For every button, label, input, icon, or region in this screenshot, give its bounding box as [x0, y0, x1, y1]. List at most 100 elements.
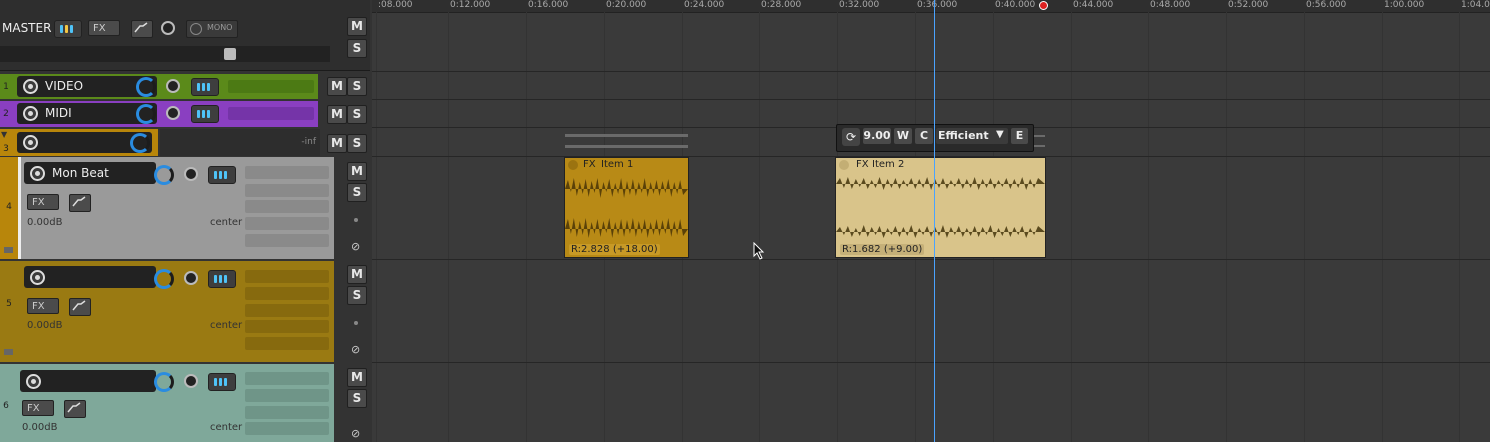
fx-bypass-icon[interactable] — [26, 374, 41, 389]
fx-slot[interactable] — [245, 406, 329, 419]
pan-knob[interactable] — [154, 269, 174, 289]
master-mute-button[interactable]: M — [347, 17, 367, 36]
track-5[interactable]: FX 0.00dB center — [18, 261, 334, 362]
envelope-button[interactable] — [64, 400, 86, 418]
io-button[interactable] — [208, 166, 236, 184]
track-name-field[interactable]: VIDEO — [17, 76, 157, 97]
master-io-button[interactable] — [54, 20, 82, 38]
master-fx-button[interactable]: FX — [88, 20, 120, 36]
volume-knob[interactable] — [184, 167, 198, 181]
arrange-view[interactable]: :08.000 0:12.000 0:16.000 0:20.000 0:24.… — [372, 0, 1490, 442]
envelope-icon — [134, 22, 148, 33]
marker-icon[interactable] — [1039, 1, 1048, 10]
fx-bypass-icon[interactable] — [23, 106, 38, 121]
track-2-solo-button[interactable]: S — [347, 105, 367, 124]
io-button[interactable] — [191, 78, 219, 96]
track-3-mute-button[interactable]: M — [327, 134, 347, 153]
volume-knob[interactable] — [166, 79, 180, 93]
envelope-button[interactable] — [69, 194, 91, 212]
record-arm-dot[interactable] — [354, 321, 358, 325]
fx-bypass-icon[interactable] — [30, 270, 45, 285]
media-item-2[interactable]: FX Item 2 R:1.682 (+9.00) — [835, 157, 1046, 258]
fx-bypass-icon[interactable] — [30, 166, 45, 181]
item-fx-label: FX — [856, 159, 869, 170]
master-mono-button[interactable]: MONO — [186, 20, 238, 38]
fx-slot[interactable] — [245, 422, 329, 435]
pitch-mode-dropdown[interactable]: Efficient ▼ — [936, 128, 1008, 144]
timeline-ruler[interactable]: :08.000 0:12.000 0:16.000 0:20.000 0:24.… — [372, 0, 1490, 13]
track-name-field[interactable] — [17, 132, 152, 153]
fx-slot[interactable] — [245, 270, 329, 283]
folder-collapse-icon[interactable]: ▼ — [1, 130, 7, 139]
record-arm-dot[interactable] — [354, 218, 358, 222]
track-4-folder-strip: 4 — [0, 157, 18, 259]
track-2-mute-button[interactable]: M — [327, 105, 347, 124]
volume-knob[interactable] — [166, 106, 180, 120]
fx-slot[interactable] — [245, 200, 329, 213]
fx-slot[interactable] — [245, 337, 329, 350]
track-1-solo-button[interactable]: S — [347, 77, 367, 96]
phase-icon[interactable]: ⊘ — [351, 427, 360, 440]
track-2[interactable]: 2 MIDI — [0, 101, 318, 127]
fx-bypass-icon[interactable] — [23, 79, 38, 94]
fx-slot[interactable] — [245, 372, 329, 385]
track-1-mute-button[interactable]: M — [327, 77, 347, 96]
fx-button[interactable]: FX — [27, 194, 59, 210]
fx-slot[interactable] — [245, 217, 329, 230]
fx-slot[interactable] — [245, 304, 329, 317]
media-item-1[interactable]: FX Item 1 R:2.828 (+18.00) — [564, 157, 689, 258]
io-button[interactable] — [208, 373, 236, 391]
track-4-mute-button[interactable]: M — [347, 162, 367, 181]
pan-knob[interactable] — [136, 104, 156, 124]
phase-icon[interactable]: ⊘ — [351, 343, 360, 356]
master-envelope-button[interactable] — [131, 20, 153, 38]
pan-knob[interactable] — [154, 165, 174, 185]
track-name-field[interactable] — [20, 370, 156, 392]
track-4-solo-button[interactable]: S — [347, 183, 367, 202]
pitch-knob-icon[interactable]: ⟳ — [842, 128, 860, 146]
item-fx-icon[interactable] — [568, 160, 578, 170]
track-name-field[interactable]: Mon Beat — [24, 162, 156, 184]
fx-slot[interactable] — [245, 320, 329, 333]
io-button[interactable] — [191, 105, 219, 123]
io-button[interactable] — [208, 270, 236, 288]
track-3-solo-button[interactable]: S — [347, 134, 367, 153]
track-1[interactable]: 1 VIDEO — [0, 74, 318, 99]
master-fader-thumb[interactable] — [224, 48, 236, 60]
fx-slot[interactable] — [245, 184, 329, 197]
pan-knob[interactable] — [154, 372, 174, 392]
pan-knob[interactable] — [136, 77, 156, 97]
volume-knob[interactable] — [184, 271, 198, 285]
item-fx-icon[interactable] — [839, 160, 849, 170]
fx-slot[interactable] — [245, 287, 329, 300]
track-name-field[interactable] — [24, 266, 156, 288]
track-5-mute-button[interactable]: M — [347, 265, 367, 284]
track-6-mute-button[interactable]: M — [347, 368, 367, 387]
track-name-field[interactable]: MIDI — [17, 103, 157, 124]
pitch-value[interactable]: 9.00 — [863, 128, 891, 144]
fx-bypass-icon[interactable] — [23, 135, 38, 150]
track-3[interactable]: ▼ 3 — [0, 129, 158, 156]
master-volume-knob[interactable] — [161, 21, 175, 35]
track-4[interactable]: Mon Beat FX 0.00dB center — [21, 157, 334, 259]
pitch-c-button[interactable]: C — [915, 128, 933, 144]
master-solo-button[interactable]: S — [347, 39, 367, 58]
fx-slot[interactable] — [228, 80, 314, 93]
track-6[interactable]: 6 FX 0.00dB center — [0, 364, 334, 442]
phase-icon[interactable]: ⊘ — [351, 240, 360, 253]
track-5-solo-button[interactable]: S — [347, 286, 367, 305]
fx-slot[interactable] — [245, 389, 329, 402]
master-volume-fader[interactable] — [0, 46, 330, 62]
envelope-button[interactable] — [69, 298, 91, 316]
fx-button[interactable]: FX — [22, 400, 54, 416]
fx-slot[interactable] — [245, 166, 329, 179]
volume-knob[interactable] — [184, 374, 198, 388]
pan-knob[interactable] — [130, 133, 150, 153]
mono-icon — [190, 23, 202, 35]
fx-slot[interactable] — [228, 107, 314, 120]
pitch-e-button[interactable]: E — [1011, 128, 1028, 144]
track-6-solo-button[interactable]: S — [347, 389, 367, 408]
fx-slot[interactable] — [245, 234, 329, 247]
fx-button[interactable]: FX — [27, 298, 59, 314]
pitch-w-button[interactable]: W — [894, 128, 912, 144]
